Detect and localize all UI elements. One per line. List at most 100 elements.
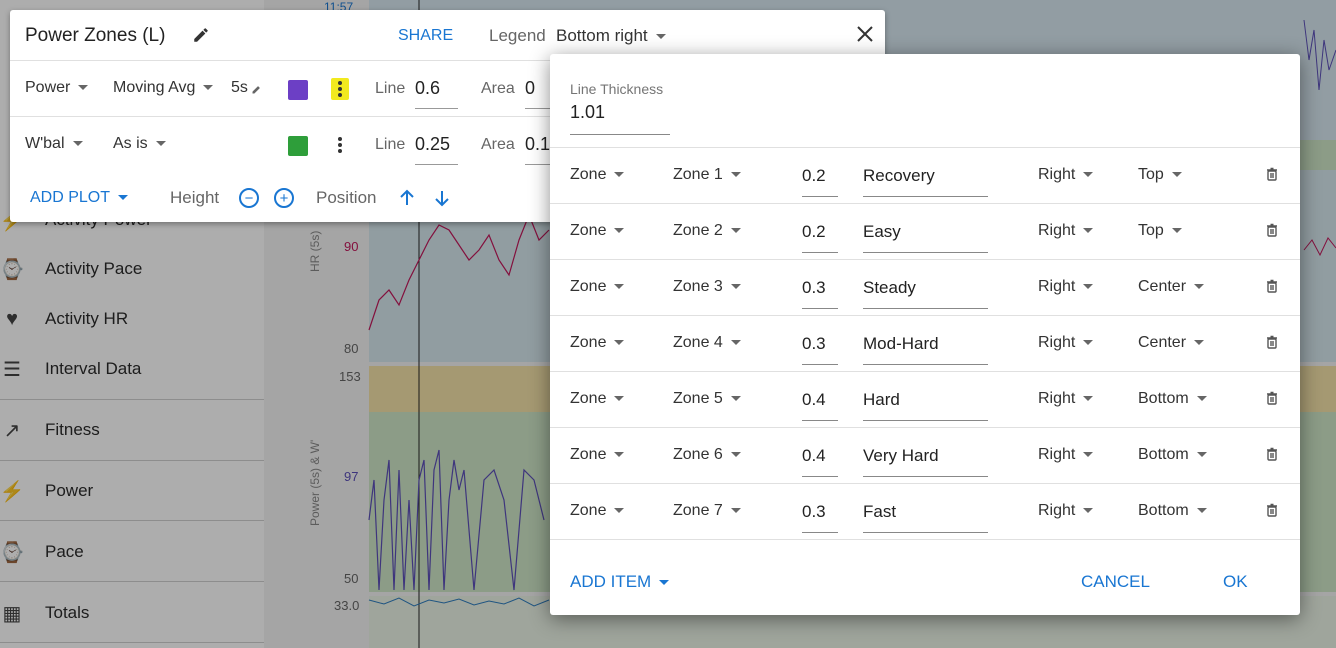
chevron-down-icon [1194,340,1205,346]
item-type-select[interactable]: Zone [570,390,625,408]
zone-row: Zone Zone 7 0.3 Fast Right Bottom [550,483,1300,540]
arrow-down-icon[interactable] [433,189,451,207]
vertical-align-select[interactable]: Top [1138,166,1182,184]
opacity-input[interactable]: 0.3 [802,502,838,533]
plus-circle-icon[interactable]: + [274,188,294,208]
item-type-select[interactable]: Zone [570,334,625,352]
vertical-align-select[interactable]: Bottom [1138,446,1207,464]
more-options-icon[interactable] [331,134,349,156]
zone-select[interactable]: Zone 6 [673,446,741,464]
item-type-select[interactable]: Zone [570,222,625,240]
chevron-down-icon [1196,508,1207,514]
zone-name-input[interactable]: Steady [863,278,988,309]
zone-select[interactable]: Zone 7 [673,502,741,520]
vertical-align-select[interactable]: Bottom [1138,390,1207,408]
vertical-align-select[interactable]: Top [1138,222,1182,240]
trash-icon[interactable] [1266,223,1278,237]
chevron-down-icon [730,396,741,402]
chevron-down-icon [730,452,741,458]
line-width-input[interactable]: 0.25 [415,134,458,165]
zone-select[interactable]: Zone 5 [673,390,741,408]
color-swatch[interactable] [288,80,308,100]
opacity-input[interactable]: 0.2 [802,222,838,253]
vertical-align-select[interactable]: Center [1138,334,1205,352]
line-thickness-input[interactable]: 1.01 [570,102,670,135]
zone-row: Zone Zone 5 0.4 Hard Right Bottom [550,371,1300,428]
horizontal-align-select[interactable]: Right [1038,222,1094,240]
close-icon[interactable] [856,25,874,43]
horizontal-align-select[interactable]: Right [1038,446,1094,464]
smoothing-select[interactable]: As is [113,135,166,153]
dialog-divider [550,539,1300,540]
item-type-select[interactable]: Zone [570,166,625,184]
opacity-input[interactable]: 0.3 [802,278,838,309]
chevron-down-icon [1196,396,1207,402]
area-opacity-input[interactable]: 0 [525,78,550,109]
horizontal-align-select[interactable]: Right [1038,334,1094,352]
zone-name-input[interactable]: Recovery [863,166,988,197]
item-type-select[interactable]: Zone [570,446,625,464]
zone-select[interactable]: Zone 1 [673,166,741,184]
zone-name-input[interactable]: Very Hard [863,446,988,477]
chevron-down-icon [614,172,625,178]
zone-value: Zone 6 [673,446,723,463]
color-swatch[interactable] [288,136,308,156]
metric-select[interactable]: W'bal [25,135,83,153]
vertical-align-value: Top [1138,166,1164,183]
add-plot-label: ADD PLOT [30,189,111,206]
arrow-up-icon[interactable] [398,189,416,207]
chevron-down-icon [1083,172,1094,178]
trash-icon[interactable] [1266,279,1278,293]
zone-select[interactable]: Zone 3 [673,278,741,296]
metric-value: Power [25,79,71,96]
window-field[interactable]: 5s [231,79,248,97]
minus-circle-icon[interactable]: − [239,188,259,208]
opacity-input[interactable]: 0.2 [802,166,838,197]
metric-select[interactable]: Power [25,79,89,97]
vertical-align-select[interactable]: Center [1138,278,1205,296]
more-options-icon[interactable] [331,78,349,100]
zone-name-input[interactable]: Hard [863,390,988,421]
zone-row: Zone Zone 3 0.3 Steady Right Center [550,259,1300,316]
zone-value: Zone 5 [673,390,723,407]
area-opacity-input[interactable]: 0.1 [525,134,550,165]
opacity-input[interactable]: 0.4 [802,390,838,421]
horizontal-align-select[interactable]: Right [1038,278,1094,296]
legend-label: Legend [489,26,546,45]
item-type-select[interactable]: Zone [570,278,625,296]
item-type-select[interactable]: Zone [570,502,625,520]
smoothing-select[interactable]: Moving Avg [113,79,214,97]
trash-icon[interactable] [1266,447,1278,461]
trash-icon[interactable] [1266,335,1278,349]
chevron-down-icon [1083,508,1094,514]
trash-icon[interactable] [1266,391,1278,405]
vertical-align-select[interactable]: Bottom [1138,502,1207,520]
add-plot-button[interactable]: ADD PLOT [30,189,129,207]
zone-lines-dialog: Line Thickness 1.01 Zone Zone 1 0.2 Recover… [550,54,1300,615]
horizontal-align-select[interactable]: Right [1038,390,1094,408]
zone-name-input[interactable]: Fast [863,502,988,533]
edit-pencil-icon[interactable] [251,82,263,94]
zone-name-input[interactable]: Mod-Hard [863,334,988,365]
chevron-down-icon [1083,228,1094,234]
opacity-input[interactable]: 0.3 [802,334,838,365]
add-item-button[interactable]: ADD ITEM [570,572,670,592]
item-type-value: Zone [570,446,607,463]
trash-icon[interactable] [1266,167,1278,181]
cancel-button[interactable]: CANCEL [1081,572,1150,592]
horizontal-align-value: Right [1038,222,1076,239]
window-value: 5s [231,79,248,96]
trash-icon[interactable] [1266,503,1278,517]
ok-button[interactable]: OK [1223,572,1248,592]
share-button[interactable]: SHARE [398,27,453,45]
zone-select[interactable]: Zone 2 [673,222,741,240]
legend-position-select[interactable]: Bottom right [556,26,666,46]
horizontal-align-select[interactable]: Right [1038,166,1094,184]
horizontal-align-select[interactable]: Right [1038,502,1094,520]
zone-name-input[interactable]: Easy [863,222,988,253]
zone-select[interactable]: Zone 4 [673,334,741,352]
edit-pencil-icon[interactable] [192,26,210,44]
line-width-input[interactable]: 0.6 [415,78,458,109]
opacity-input[interactable]: 0.4 [802,446,838,477]
position-label: Position [316,188,377,207]
